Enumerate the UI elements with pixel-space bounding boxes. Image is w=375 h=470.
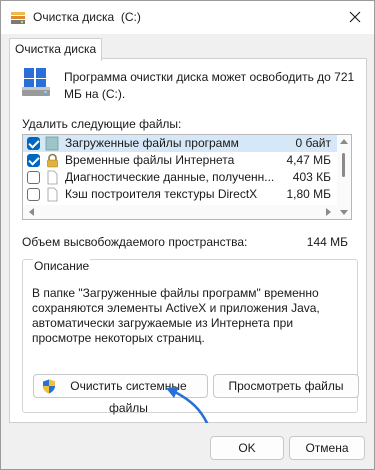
disk-cleanup-window: Очистка диска (C:) Очистка диска Програм… bbox=[0, 0, 375, 470]
annotation-arrow-icon bbox=[166, 387, 209, 425]
tab-panel: Программа очистки диска может освободить… bbox=[9, 58, 367, 423]
file-size: 403 КБ bbox=[292, 170, 331, 184]
view-files-button[interactable]: Просмотреть файлы bbox=[213, 374, 359, 398]
horizontal-scrollbar[interactable] bbox=[23, 205, 337, 219]
file-size: 1,80 МБ bbox=[286, 187, 331, 201]
folder-icon bbox=[45, 136, 59, 151]
scroll-thumb[interactable] bbox=[342, 153, 345, 177]
drive-cleanup-icon bbox=[22, 68, 50, 96]
ok-button[interactable]: OK bbox=[210, 436, 284, 460]
blank-file-icon bbox=[47, 170, 58, 185]
file-name: Временные файлы Интернета bbox=[65, 153, 235, 167]
dialog-footer: OK Отмена bbox=[1, 423, 374, 469]
title-bar[interactable]: Очистка диска (C:) bbox=[1, 1, 374, 34]
lock-icon bbox=[47, 153, 58, 168]
window-title: Очистка диска (C:) bbox=[33, 10, 141, 24]
checkbox[interactable] bbox=[27, 154, 40, 167]
file-name: Диагностические данные, полученн... bbox=[65, 170, 275, 184]
file-name: Кэш построителя текстуры DirectX bbox=[65, 187, 258, 201]
disk-cleanup-icon bbox=[11, 12, 25, 24]
file-size: 4,47 МБ bbox=[286, 153, 331, 167]
checkbox[interactable] bbox=[27, 188, 40, 201]
cancel-button[interactable]: Отмена bbox=[289, 436, 365, 460]
checkbox[interactable] bbox=[27, 171, 40, 184]
list-item[interactable]: Диагностические данные, полученн... 403 … bbox=[23, 169, 337, 186]
description-title: Описание bbox=[33, 259, 91, 273]
description-text: В папке "Загруженные файлы программ" вре… bbox=[32, 286, 320, 345]
files-label: Удалить следующие файлы: bbox=[22, 117, 182, 131]
file-name: Загруженные файлы программ bbox=[65, 136, 239, 150]
scroll-down-icon[interactable] bbox=[340, 210, 348, 215]
blank-file-icon bbox=[47, 187, 58, 202]
intro-text: Программа очистки диска может освободить… bbox=[64, 70, 355, 101]
file-size: 0 байт bbox=[295, 136, 331, 150]
list-item[interactable]: Загруженные файлы программ 0 байт bbox=[23, 135, 337, 152]
close-button[interactable] bbox=[344, 7, 366, 27]
list-item[interactable]: Кэш построителя текстуры DirectX 1,80 МБ bbox=[23, 186, 337, 203]
tab-strip: Очистка диска bbox=[1, 34, 374, 61]
scroll-up-icon[interactable] bbox=[340, 139, 348, 144]
space-label: Объем высвобождаемого пространства: bbox=[22, 235, 248, 249]
vertical-scrollbar[interactable] bbox=[337, 135, 351, 219]
file-list[interactable]: Загруженные файлы программ 0 байт Времен… bbox=[22, 134, 352, 220]
uac-shield-icon bbox=[43, 379, 55, 394]
space-value: 144 МБ bbox=[306, 235, 348, 249]
scroll-left-icon[interactable] bbox=[29, 208, 34, 216]
tab-disk-cleanup[interactable]: Очистка диска bbox=[9, 38, 103, 61]
scroll-right-icon[interactable] bbox=[326, 208, 331, 216]
checkbox[interactable] bbox=[27, 137, 40, 150]
close-icon bbox=[349, 11, 361, 23]
list-item[interactable]: Временные файлы Интернета 4,47 МБ bbox=[23, 152, 337, 169]
